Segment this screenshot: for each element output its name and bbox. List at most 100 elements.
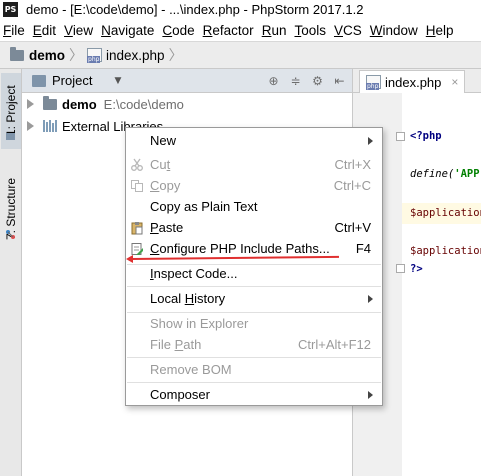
- copy-icon: [131, 179, 143, 192]
- menu-code-label: ode: [172, 22, 195, 38]
- php-file-icon: [366, 75, 381, 90]
- fold-marker-icon[interactable]: [396, 264, 405, 273]
- label-text: Show in Explorer: [150, 316, 249, 331]
- label-mnemonic: C: [150, 178, 160, 193]
- menu-navigate[interactable]: Navigate: [97, 23, 158, 38]
- breadcrumb-file-label: index.php: [106, 47, 165, 63]
- menu-file-mnemonic: F: [3, 22, 12, 38]
- menu-navigate-label: avigate: [110, 22, 155, 38]
- menu-separator: [127, 382, 381, 383]
- folder-icon: [10, 46, 24, 61]
- menu-item-inspect-code[interactable]: Inspect Code...: [126, 263, 382, 284]
- menu-item-label: Composer: [150, 387, 210, 402]
- label-text: istory: [194, 291, 226, 306]
- menu-item-shortcut: Ctrl+X: [334, 157, 371, 172]
- menu-item-new[interactable]: New: [126, 130, 382, 151]
- menu-tools-label: ools: [301, 22, 326, 38]
- menu-item-shortcut: Ctrl+V: [334, 220, 371, 235]
- clipboard-icon: [131, 221, 143, 234]
- editor-tab-bar: index.php ×: [352, 69, 481, 93]
- breadcrumb-separator-icon: 〉: [168, 48, 183, 64]
- menu-item-label: Local History: [150, 291, 225, 306]
- editor-tab-index-php[interactable]: index.php ×: [359, 70, 466, 93]
- menu-item-show-in-explorer[interactable]: Show in Explorer: [126, 313, 382, 334]
- label-text: File: [150, 337, 175, 352]
- menu-item-label: New: [150, 133, 176, 148]
- scroll-from-source-icon[interactable]: ⊕: [267, 74, 280, 88]
- menu-code[interactable]: Code: [158, 23, 198, 38]
- menu-tools[interactable]: Tools: [290, 23, 330, 38]
- project-panel-toolbar: ⊕ ≑ ⚙ ⇤: [267, 69, 346, 93]
- tree-node-path: E:\code\demo: [103, 96, 184, 112]
- menu-help[interactable]: Help: [422, 23, 458, 38]
- collapse-all-icon[interactable]: ≑: [289, 74, 302, 88]
- menu-item-remove-bom[interactable]: Remove BOM: [126, 359, 382, 380]
- label-mnemonic: t: [166, 157, 171, 172]
- fold-marker-icon[interactable]: [396, 132, 405, 141]
- menu-item-label: File Path: [150, 337, 201, 352]
- menu-item-shortcut: Ctrl+Alt+F12: [298, 337, 371, 352]
- menu-window[interactable]: Window: [366, 23, 422, 38]
- menu-view[interactable]: View: [60, 23, 97, 38]
- menu-run[interactable]: Run: [258, 23, 291, 38]
- code-line: $application: [410, 245, 481, 257]
- tool-tab-structure[interactable]: 7: Structure: [1, 164, 21, 254]
- menu-item-paste[interactable]: Paste Ctrl+V: [126, 217, 382, 238]
- menu-edit[interactable]: Edit: [29, 23, 60, 38]
- project-panel-title[interactable]: Project: [52, 73, 92, 88]
- code-line: <?php: [410, 130, 442, 142]
- code-editor[interactable]: [402, 93, 481, 476]
- menu-item-file-path[interactable]: File Path Ctrl+Alt+F12: [126, 334, 382, 355]
- tree-node-label: demo: [62, 96, 97, 112]
- submenu-arrow-icon: [368, 294, 373, 303]
- hide-panel-icon[interactable]: ⇤: [333, 74, 346, 88]
- label-text: Remove BOM: [150, 362, 232, 377]
- menu-edit-label: dit: [41, 22, 57, 38]
- menu-item-copy[interactable]: Copy Ctrl+C: [126, 175, 382, 196]
- menu-vcs-label: CS: [343, 22, 362, 38]
- menu-help-mnemonic: H: [425, 22, 436, 38]
- code-line: $application: [410, 207, 481, 219]
- menu-item-composer[interactable]: Composer: [126, 384, 382, 405]
- menu-view-mnemonic: V: [64, 22, 73, 38]
- close-icon[interactable]: ×: [451, 75, 458, 89]
- expand-arrow-icon[interactable]: [27, 121, 34, 131]
- php-file-icon: [87, 48, 103, 63]
- menu-window-label: indow: [382, 22, 418, 38]
- menu-refactor[interactable]: Refactor: [199, 23, 258, 38]
- menu-item-local-history[interactable]: Local History: [126, 288, 382, 309]
- tree-node-demo[interactable]: demo E:\code\demo: [22, 94, 184, 114]
- breadcrumb-project[interactable]: demo: [10, 46, 65, 63]
- label-text: onfigure PHP Include Paths...: [159, 241, 330, 256]
- menu-view-label: iew: [72, 22, 94, 38]
- label-text: Copy as Plain Text: [150, 199, 258, 214]
- editor-tab-label: index.php: [385, 74, 442, 90]
- window-title: demo - [E:\code\demo] - ...\index.php - …: [26, 2, 364, 17]
- label-text: Cu: [150, 157, 167, 172]
- label-text: Composer: [150, 387, 210, 402]
- menu-file-label: ile: [11, 22, 25, 38]
- submenu-arrow-icon: [368, 136, 373, 145]
- expand-arrow-icon[interactable]: [27, 99, 34, 109]
- code-line: ?>: [410, 263, 423, 275]
- breadcrumb-file[interactable]: index.php: [87, 48, 165, 63]
- chevron-down-icon[interactable]: ▼: [114, 76, 121, 86]
- menu-item-label: Remove BOM: [150, 362, 232, 377]
- menu-item-label: Paste: [150, 220, 183, 235]
- menu-separator: [127, 286, 381, 287]
- tool-tab-project-label: 1: Project: [4, 85, 18, 137]
- menu-vcs[interactable]: VCS: [330, 23, 366, 38]
- code-token: $application: [410, 245, 481, 257]
- menu-item-label: Copy as Plain Text: [150, 199, 257, 214]
- menu-item-shortcut: F4: [355, 241, 371, 256]
- left-tool-strip: 1: Project 7: Structure: [0, 69, 22, 476]
- menu-run-mnemonic: R: [261, 22, 272, 38]
- label-mnemonic: H: [184, 291, 195, 306]
- menu-item-copy-plain-text[interactable]: Copy as Plain Text: [126, 196, 382, 217]
- label-text: New: [150, 133, 177, 148]
- menu-file[interactable]: File: [0, 23, 29, 38]
- gear-icon[interactable]: ⚙: [311, 74, 324, 88]
- label-mnemonic: C: [150, 241, 160, 256]
- menu-item-cut[interactable]: Cut Ctrl+X: [126, 154, 382, 175]
- phpstorm-logo-icon: PS: [3, 2, 18, 17]
